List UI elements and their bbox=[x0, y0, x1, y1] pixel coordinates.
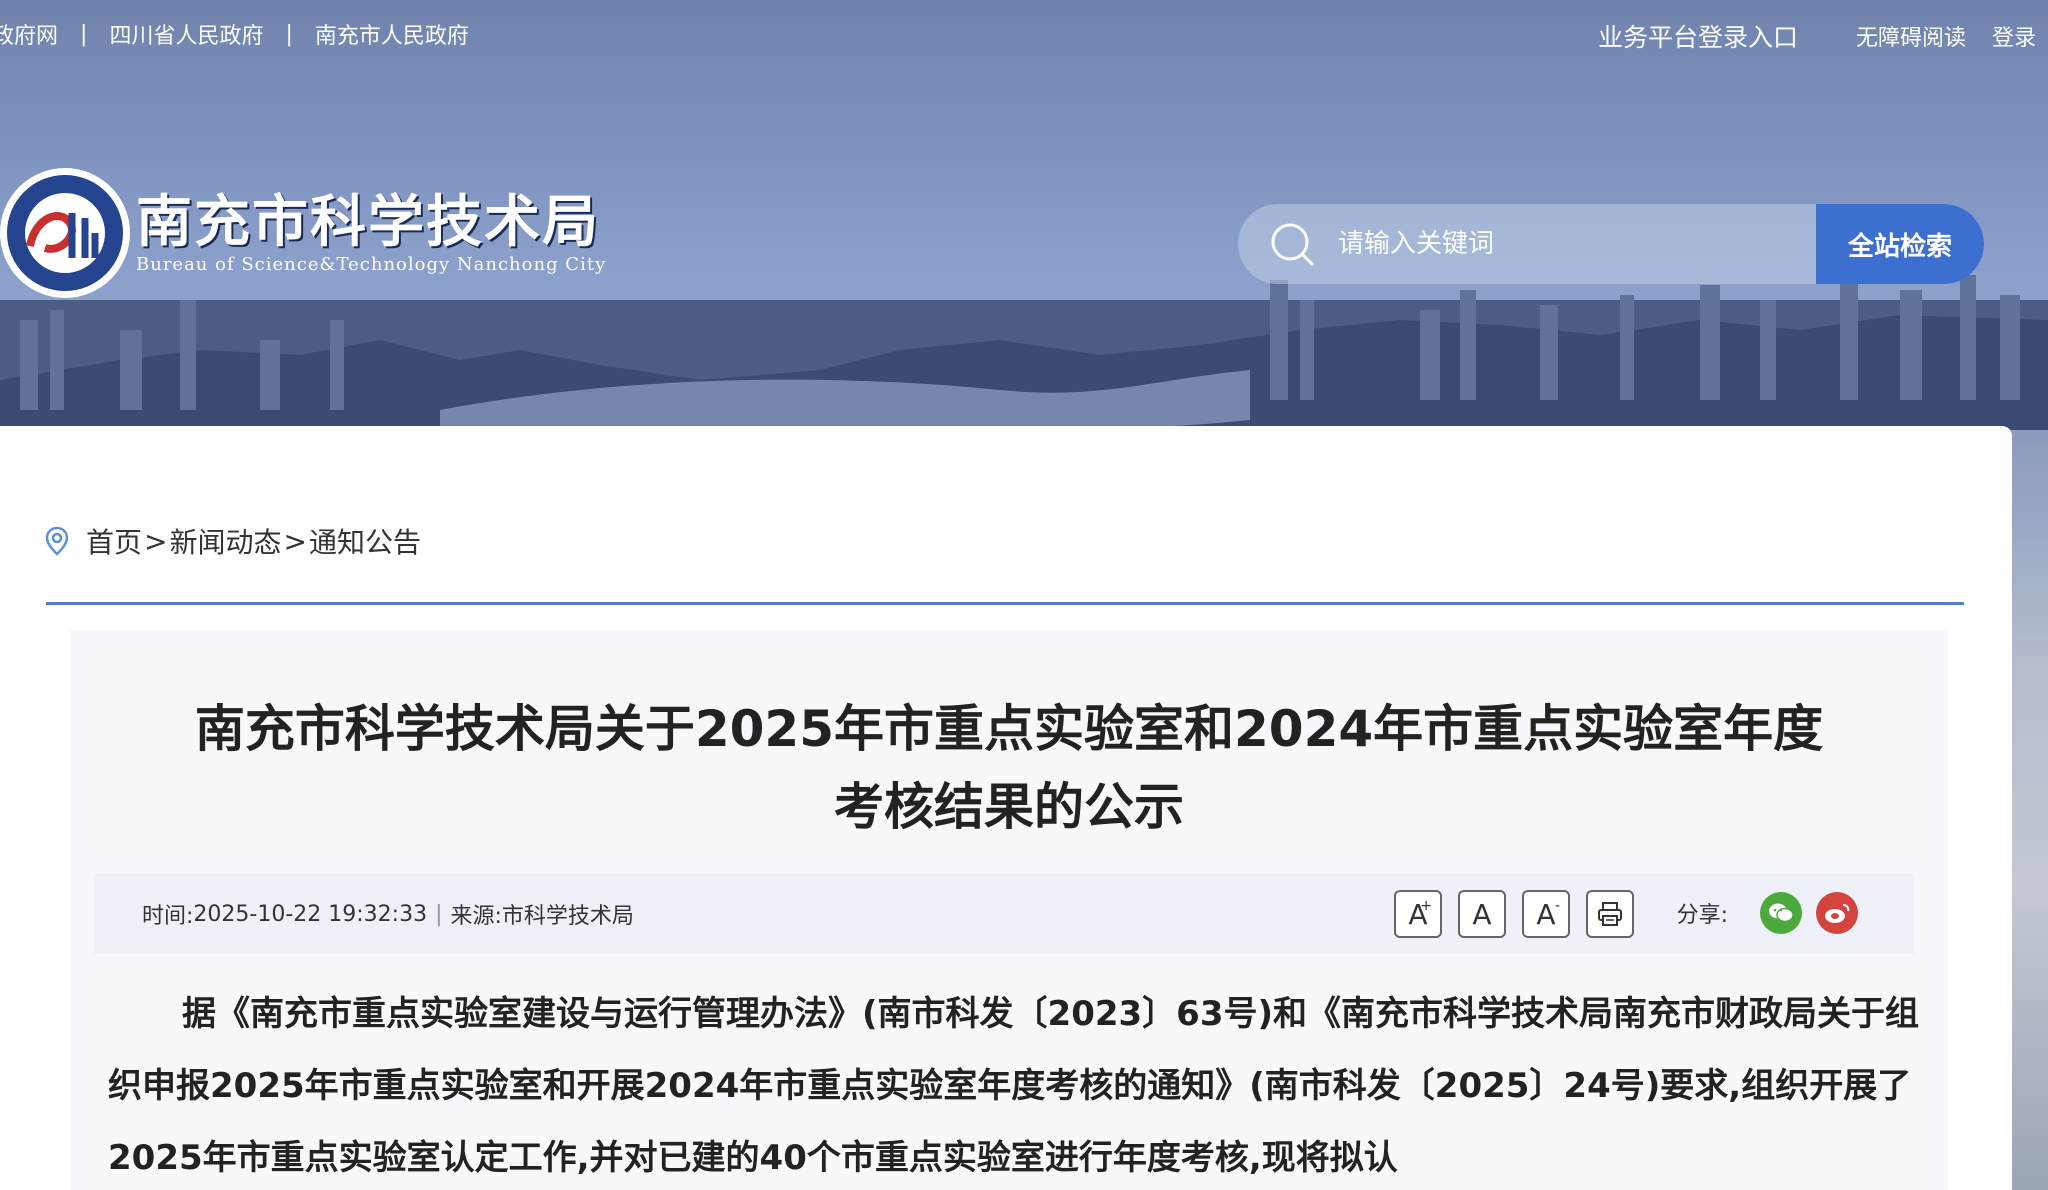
printer-icon bbox=[1598, 902, 1622, 926]
article-title: 南充市科学技术局关于2025年市重点实验室和2024年市重点实验室年度考核结果的… bbox=[194, 700, 1824, 836]
top-link-separator: | bbox=[80, 21, 88, 47]
site-search-button[interactable]: 全站检索 bbox=[1816, 204, 1984, 284]
font-normal-label: A bbox=[1472, 897, 1492, 931]
search-input[interactable] bbox=[1324, 204, 1816, 284]
breadcrumb-home[interactable]: 首页 bbox=[86, 521, 142, 561]
logo-text: 南充市科学技术局 Bureau of Science&Technology Na… bbox=[136, 192, 606, 275]
breadcrumb: 首页 > 新闻动态 > 通知公告 bbox=[44, 521, 421, 561]
publish-time-label: 时间: bbox=[142, 904, 194, 929]
site-logo[interactable]: 南充市科学技术局 Bureau of Science&Technology Na… bbox=[0, 168, 606, 298]
meta-separator: | bbox=[435, 901, 443, 927]
breadcrumb-news[interactable]: 新闻动态 bbox=[169, 521, 281, 561]
article-body-paragraph: 据《南充市重点实验室建设与运行管理办法》(南市科发〔2023〕63号)和《南充市… bbox=[108, 994, 1920, 1178]
print-button[interactable] bbox=[1586, 890, 1634, 938]
top-link-sichuan-gov[interactable]: 四川省人民政府 bbox=[109, 18, 263, 50]
top-right-links: 业务平台登录入口 无障碍阅读 登录 bbox=[1598, 18, 2036, 54]
minus-icon: - bbox=[1554, 898, 1560, 914]
breadcrumb-separator: > bbox=[283, 524, 307, 558]
top-bar: 政府网 | 四川省人民政府 | 南充市人民政府 业务平台登录入口 无障碍阅读 登… bbox=[0, 0, 2048, 64]
top-links: 政府网 | 四川省人民政府 | 南充市人民政府 bbox=[0, 18, 469, 50]
plus-icon: + bbox=[1420, 898, 1432, 914]
article-meta-bar: 时间: 2025-10-22 19:32:33 | 来源: 市科学技术局 A + … bbox=[94, 874, 1914, 954]
font-decrease-button[interactable]: A- bbox=[1522, 890, 1570, 938]
page: 政府网 | 四川省人民政府 | 南充市人民政府 业务平台登录入口 无障碍阅读 登… bbox=[0, 0, 2048, 1190]
bureau-emblem-icon bbox=[0, 168, 130, 298]
font-increase-button[interactable]: A + bbox=[1394, 890, 1442, 938]
article: 南充市科学技术局关于2025年市重点实验室和2024年市重点实验室年度考核结果的… bbox=[70, 630, 1948, 1190]
share-weibo-button[interactable] bbox=[1816, 892, 1858, 934]
logo-english-name: Bureau of Science&Technology Nanchong Ci… bbox=[136, 253, 607, 275]
site-search: 全站检索 bbox=[1238, 204, 1984, 284]
source-value: 市科学技术局 bbox=[501, 904, 634, 929]
font-normal-button[interactable]: A bbox=[1458, 890, 1506, 938]
source-label: 来源: bbox=[450, 904, 502, 929]
accessibility-link[interactable]: 无障碍阅读 bbox=[1856, 20, 1966, 52]
share-section: 分享: bbox=[1677, 892, 1858, 934]
breadcrumb-divider bbox=[46, 602, 1964, 605]
breadcrumb-notices[interactable]: 通知公告 bbox=[309, 521, 421, 561]
background-edge-strip bbox=[2010, 430, 2048, 1190]
share-wechat-button[interactable] bbox=[1760, 892, 1802, 934]
share-label: 分享: bbox=[1676, 903, 1728, 928]
top-link-province-portal[interactable]: 政府网 bbox=[0, 18, 58, 50]
search-icon bbox=[1271, 223, 1314, 266]
login-link[interactable]: 登录 bbox=[1992, 20, 2036, 52]
font-decrease-label: A bbox=[1536, 897, 1556, 931]
logo-chinese-name: 南充市科学技术局 bbox=[136, 188, 600, 255]
article-tools: A + A A- bbox=[1378, 890, 1634, 938]
wechat-icon bbox=[1769, 903, 1794, 923]
content-card: 首页 > 新闻动态 > 通知公告 南充市科学技术局关于2025年市重点实验室和2… bbox=[0, 426, 2012, 1190]
top-link-separator: | bbox=[285, 21, 293, 47]
weibo-icon bbox=[1825, 904, 1850, 923]
breadcrumb-separator: > bbox=[144, 524, 168, 558]
publish-time: 2025-10-22 19:32:33 bbox=[193, 901, 428, 927]
location-pin-icon bbox=[45, 526, 69, 556]
business-login-link[interactable]: 业务平台登录入口 bbox=[1598, 18, 1798, 54]
top-link-nanchong-gov[interactable]: 南充市人民政府 bbox=[315, 18, 469, 50]
